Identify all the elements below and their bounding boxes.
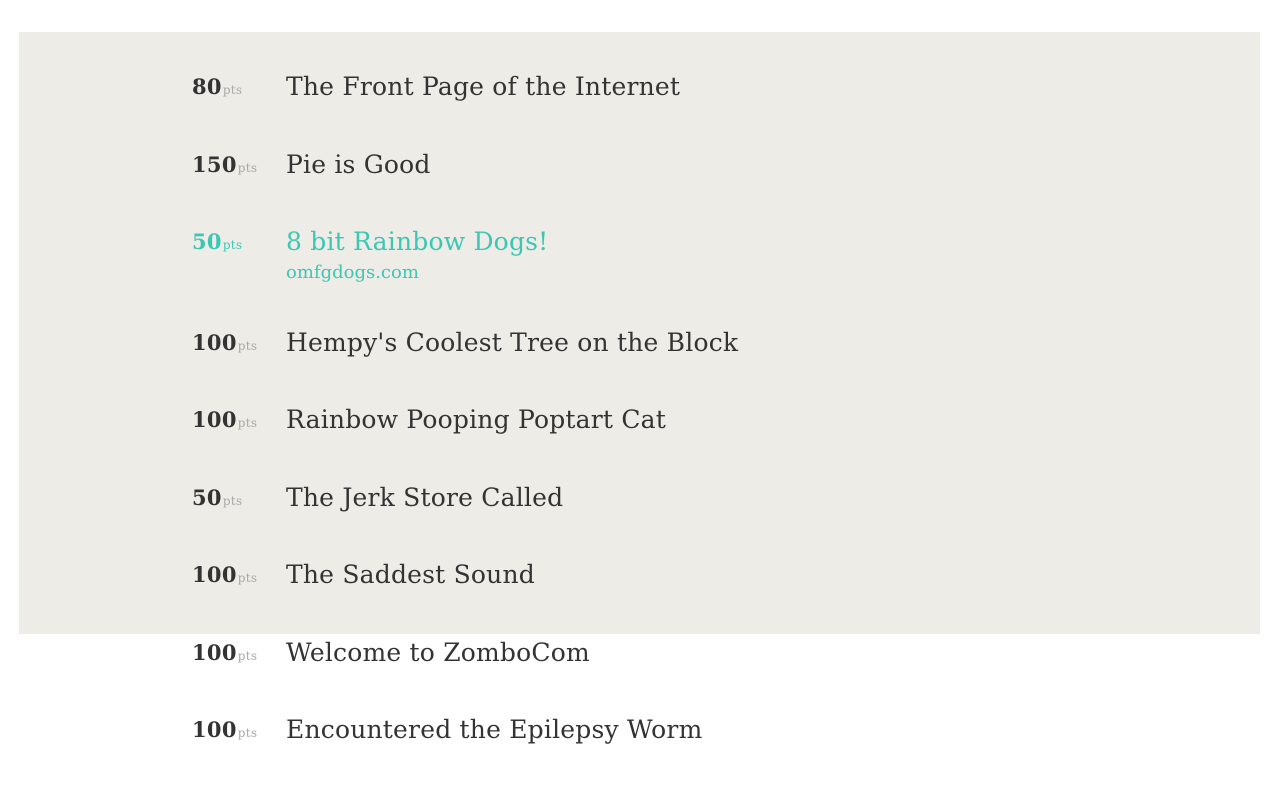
post-item[interactable]: 100pts The Saddest Sound — [0, 560, 1280, 622]
post-title[interactable]: Pie is Good — [286, 150, 431, 179]
points-unit: pts — [237, 649, 258, 663]
post-points: 100pts — [192, 562, 258, 587]
post-points: 50pts — [192, 485, 243, 510]
points-unit: pts — [237, 571, 258, 585]
points-unit: pts — [237, 726, 258, 740]
points-unit: pts — [222, 238, 243, 252]
post-points: 150pts — [192, 152, 258, 177]
points-unit: pts — [222, 494, 243, 508]
post-title[interactable]: The Jerk Store Called — [286, 483, 563, 512]
post-item[interactable]: 100pts Hempy's Coolest Tree on the Block — [0, 328, 1280, 390]
post-points: 100pts — [192, 330, 258, 355]
post-item-active[interactable]: 50pts 8 bit Rainbow Dogs! omfgdogs.com — [0, 227, 1280, 291]
post-title[interactable]: Welcome to ZomboCom — [286, 638, 590, 667]
post-title[interactable]: Rainbow Pooping Poptart Cat — [286, 405, 666, 434]
post-item[interactable]: 50pts The Jerk Store Called — [0, 483, 1280, 545]
post-title[interactable]: Hempy's Coolest Tree on the Block — [286, 328, 738, 357]
post-title[interactable]: Encountered the Epilepsy Worm — [286, 715, 702, 744]
points-unit: pts — [222, 83, 243, 97]
post-item[interactable]: 150pts Pie is Good — [0, 150, 1280, 212]
post-points: 100pts — [192, 640, 258, 665]
post-item[interactable]: 100pts Welcome to ZomboCom — [0, 638, 1280, 700]
post-domain-link[interactable]: omfgdogs.com — [286, 262, 419, 283]
post-points: 100pts — [192, 717, 258, 742]
post-item[interactable]: 80pts The Front Page of the Internet — [0, 72, 1280, 134]
post-item[interactable]: 100pts Rainbow Pooping Poptart Cat — [0, 405, 1280, 467]
post-item[interactable]: 100pts Encountered the Epilepsy Worm — [0, 715, 1280, 777]
post-title[interactable]: The Front Page of the Internet — [286, 72, 680, 101]
points-unit: pts — [237, 161, 258, 175]
post-points: 80pts — [192, 74, 243, 99]
points-unit: pts — [237, 416, 258, 430]
post-title[interactable]: The Saddest Sound — [286, 560, 535, 589]
points-unit: pts — [237, 339, 258, 353]
post-title[interactable]: 8 bit Rainbow Dogs! — [286, 227, 548, 256]
post-points: 50pts — [192, 229, 243, 254]
post-list: 80pts The Front Page of the Internet 150… — [0, 0, 1280, 800]
post-points: 100pts — [192, 407, 258, 432]
